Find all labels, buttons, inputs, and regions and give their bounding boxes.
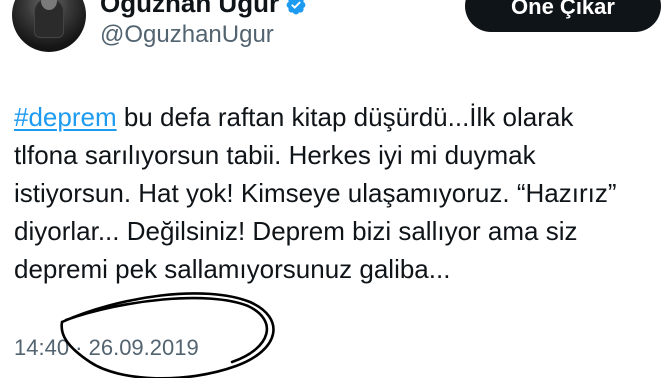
display-name-text: Oğuzhan Uğur (100, 0, 280, 18)
avatar[interactable] (12, 0, 86, 52)
tweet-text: #deprem bu defa raftan kitap düşürdü...İ… (14, 98, 664, 288)
user-handle[interactable]: @OguzhanUgur (100, 20, 274, 50)
hashtag-link[interactable]: #deprem (14, 102, 117, 132)
highlight-button[interactable]: Öne Çıkar (465, 0, 661, 32)
display-name[interactable]: Oğuzhan Uğur (100, 0, 307, 18)
tweet-timestamp[interactable]: 14:40 · 26.09.2019 (14, 334, 199, 362)
verified-badge-icon (286, 0, 306, 15)
